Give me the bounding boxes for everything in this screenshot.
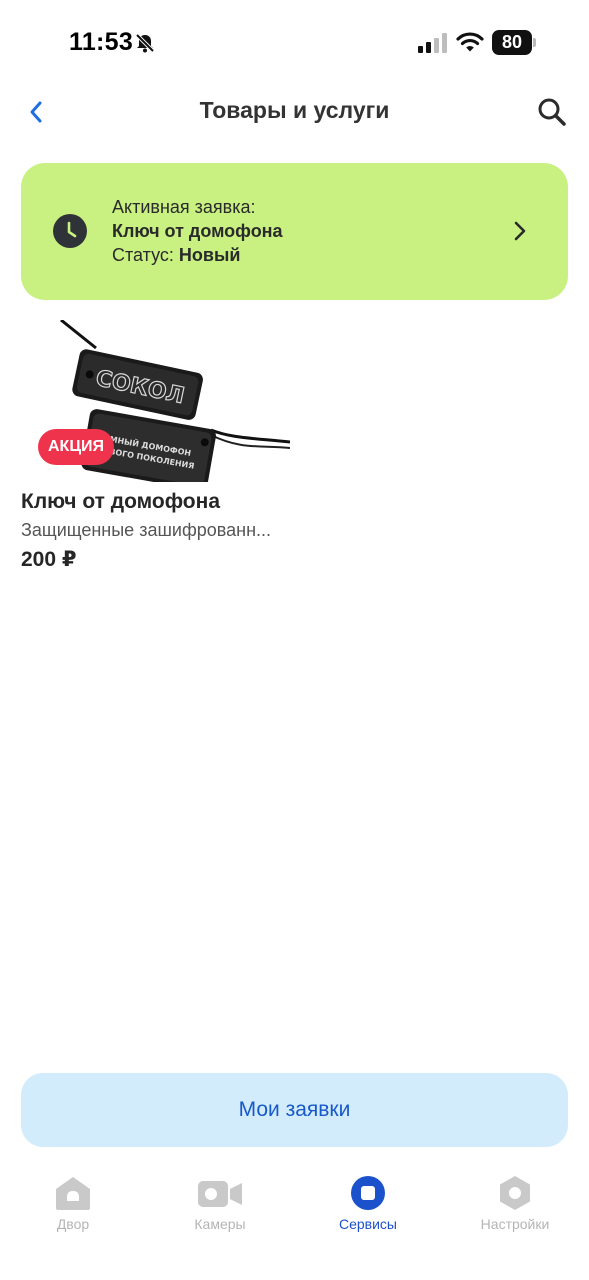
product-title[interactable]: Ключ от домофона bbox=[21, 490, 220, 514]
tab-label-settings: Настройки bbox=[480, 1216, 550, 1232]
services-icon bbox=[351, 1176, 385, 1210]
tab-label-home: Двор bbox=[56, 1216, 90, 1232]
home-icon bbox=[56, 1177, 90, 1210]
active-request-title: Ключ от домофона bbox=[112, 221, 283, 241]
status-time: 11:53 bbox=[69, 28, 134, 56]
page-title: Товары и услуги bbox=[199, 97, 390, 123]
promo-badge: АКЦИЯ bbox=[38, 429, 115, 465]
clock-icon bbox=[53, 214, 87, 248]
active-request-card[interactable]: Активная заявка: Ключ от домофона Статус… bbox=[21, 163, 568, 300]
settings-icon bbox=[500, 1176, 530, 1210]
battery-icon: 80 bbox=[492, 30, 536, 55]
status-bar: 11:53 80 bbox=[0, 0, 589, 88]
wifi-icon bbox=[456, 32, 484, 52]
my-requests-button[interactable]: Мои заявки bbox=[21, 1073, 568, 1147]
tab-label-cameras: Камеры bbox=[194, 1216, 246, 1232]
camera-icon bbox=[198, 1181, 242, 1207]
search-icon[interactable] bbox=[534, 94, 570, 130]
battery-level: 80 bbox=[492, 30, 532, 55]
chevron-right-icon bbox=[514, 221, 526, 241]
status-value: Новый bbox=[178, 245, 241, 265]
cellular-signal-icon bbox=[418, 33, 447, 53]
status-label: Статус: bbox=[112, 245, 174, 265]
tab-services[interactable]: Сервисы bbox=[308, 1175, 428, 1245]
tab-cameras[interactable]: Камеры bbox=[160, 1175, 280, 1245]
tab-label-services: Сервисы bbox=[338, 1216, 397, 1232]
bell-muted-icon bbox=[135, 33, 155, 53]
tab-bar: Двор Камеры Сервисы Настройки bbox=[0, 1160, 589, 1280]
tab-settings[interactable]: Настройки bbox=[455, 1175, 575, 1245]
product-description: Защищенные зашифрованн... bbox=[21, 520, 272, 540]
product-price: 200 ₽ bbox=[21, 548, 77, 571]
tab-home[interactable]: Двор bbox=[13, 1175, 133, 1245]
active-request-status: Статус: Новый bbox=[112, 243, 283, 267]
active-request-label: Активная заявка: bbox=[112, 197, 256, 217]
